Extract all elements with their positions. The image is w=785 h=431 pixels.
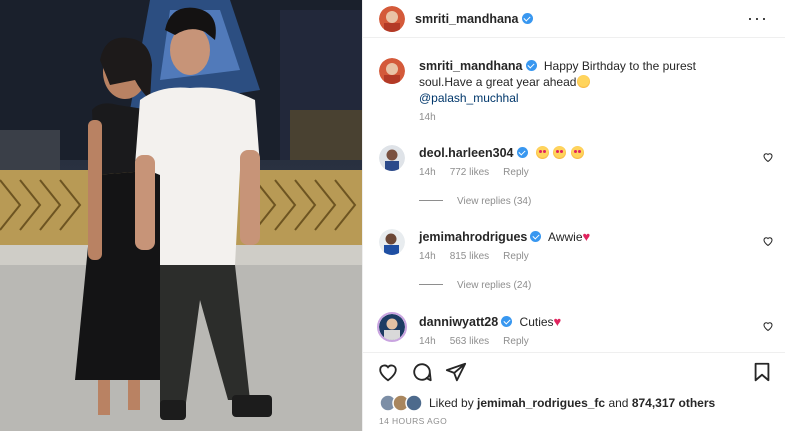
avatar-image — [379, 145, 405, 171]
avatar-image — [379, 314, 405, 340]
red-heart-emoji-icon: ♥ — [553, 314, 562, 329]
comment-meta: 14h 772 likes Reply — [419, 167, 543, 178]
post-header: smriti_mandhana ··· — [363, 0, 785, 38]
red-heart-emoji-icon: ♥ — [582, 229, 591, 244]
heart-icon[interactable] — [377, 361, 399, 383]
comment-age: 14h — [419, 251, 436, 262]
liked-by-user[interactable]: jemimah_rodrigues_fc — [477, 396, 605, 410]
post-timestamp[interactable]: 14 HOURS AGO — [379, 416, 447, 426]
avatar-image — [379, 58, 405, 84]
liker-avatars[interactable] — [379, 394, 427, 412]
comment-username[interactable]: deol.harleen304 — [419, 146, 528, 160]
photo-illustration — [0, 0, 362, 431]
author-username[interactable]: smriti_mandhana — [415, 12, 533, 26]
avatar-image — [379, 6, 405, 32]
reply-button[interactable]: Reply — [503, 336, 529, 347]
comment-body: Awwie — [548, 230, 583, 244]
comment-age: 14h — [419, 167, 436, 178]
likes-count[interactable]: 874,317 others — [632, 396, 715, 410]
comment-text: deol.harleen304 — [419, 145, 752, 161]
verified-badge-icon — [516, 147, 528, 158]
replies-divider — [419, 284, 443, 285]
caption-avatar[interactable] — [379, 58, 405, 84]
verified-badge-icon — [501, 316, 513, 327]
comment-meta: 14h 815 likes Reply — [419, 251, 543, 262]
post-photo[interactable] — [0, 0, 362, 431]
author-avatar[interactable] — [379, 6, 405, 32]
likes-text: Liked by jemimah_rodrigues_fc and 874,31… — [429, 396, 715, 410]
likes-conjunction: and — [608, 396, 629, 410]
verified-badge-icon — [525, 60, 537, 71]
likes-prefix: Liked by — [429, 396, 474, 410]
heart-eyes-emoji-icon — [570, 146, 584, 159]
caption-text: smriti_mandhana Happy Birthday to the pu… — [419, 58, 752, 106]
comment-username[interactable]: jemimahrodrigues — [419, 230, 542, 244]
comment-like-heart-icon[interactable] — [762, 320, 774, 332]
caption-age: 14h — [419, 112, 436, 123]
caption-username[interactable]: smriti_mandhana — [419, 59, 537, 73]
reply-button[interactable]: Reply — [503, 167, 529, 178]
caption-meta: 14h — [419, 112, 450, 123]
comment-username[interactable]: danniwyatt28 — [419, 315, 513, 329]
commenter-avatar[interactable] — [377, 312, 407, 342]
replies-divider — [419, 200, 443, 201]
comment-like-heart-icon[interactable] — [762, 151, 774, 163]
heart-eyes-emoji-icon — [535, 146, 549, 159]
bookmark-icon[interactable] — [751, 361, 773, 383]
grinning-face-emoji-icon — [577, 75, 591, 88]
post-panel: smriti_mandhana ··· smriti_mandhana Happ… — [362, 0, 785, 431]
reply-button[interactable]: Reply — [503, 251, 529, 262]
comment-text: danniwyatt28 Cuties♥ — [419, 314, 752, 330]
commenter-avatar[interactable] — [379, 145, 405, 171]
verified-badge-icon — [521, 13, 533, 24]
action-bar — [363, 352, 785, 388]
comment-body: Cuties — [519, 315, 554, 329]
comment-likes[interactable]: 772 likes — [450, 167, 489, 178]
view-replies[interactable]: View replies (24) — [419, 280, 531, 291]
view-replies[interactable]: View replies (34) — [419, 196, 531, 207]
verified-badge-icon — [530, 231, 542, 242]
comment-likes[interactable]: 815 likes — [450, 251, 489, 262]
comment-age: 14h — [419, 336, 436, 347]
avatar-image — [379, 229, 405, 255]
heart-eyes-emoji-icon — [553, 146, 567, 159]
commenter-avatar[interactable] — [379, 229, 405, 255]
comment-meta: 14h 563 likes Reply — [419, 336, 543, 347]
comment-like-heart-icon[interactable] — [762, 235, 774, 247]
comment-text: jemimahrodrigues Awwie♥ — [419, 229, 752, 245]
share-icon[interactable] — [445, 361, 467, 383]
caption-mention[interactable]: @palash_muchhal — [419, 91, 519, 105]
more-options-icon[interactable]: ··· — [747, 9, 768, 27]
comment-likes[interactable]: 563 likes — [450, 336, 489, 347]
comment-icon[interactable] — [411, 361, 433, 383]
